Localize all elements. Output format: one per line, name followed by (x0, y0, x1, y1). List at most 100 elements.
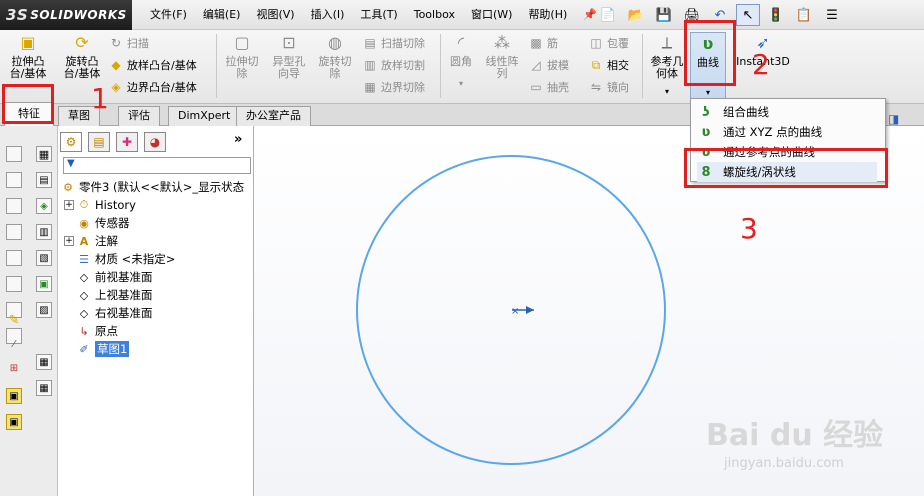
menu-window[interactable]: 窗口(W) (463, 0, 520, 30)
tab-dimxpert[interactable]: DimXpert (168, 106, 241, 126)
expand-panel-icon[interactable]: » (234, 132, 242, 147)
rib-label: 筋 (547, 37, 558, 50)
hole-wizard-icon: ⊡ (282, 33, 296, 52)
layer-icon[interactable]: ▨ (36, 302, 52, 318)
rebuild-traffic-light-icon[interactable]: 🚦 (764, 4, 788, 26)
tree-item-label: 原点 (95, 324, 118, 338)
tree-root[interactable]: ⚙ 零件3 (默认<<默认>_显示状态 (60, 178, 244, 196)
menu-file[interactable]: 文件(F) (142, 0, 195, 30)
tab-evaluate[interactable]: 评估 (118, 106, 160, 126)
mirror-button[interactable]: ⇋ 镜向 (588, 78, 629, 96)
layer-icon[interactable]: ▤ (36, 172, 52, 188)
sweep-button[interactable]: ↻ 扫描 (108, 34, 149, 52)
tree-item-sensors[interactable]: ◉ 传感器 (76, 214, 129, 232)
curve-through-xyz-icon: ʋ (701, 124, 711, 140)
feature-icon[interactable]: ◈ (36, 198, 52, 214)
expand-icon[interactable]: + (64, 200, 74, 210)
feature-yellow-icon[interactable]: ▣ (6, 388, 22, 404)
tree-item-material[interactable]: ☰ 材质 <未指定> (76, 250, 175, 268)
fillet-button[interactable]: ◜ 圆角 ▾ (446, 32, 476, 90)
tree-item-origin[interactable]: ↳ 原点 (76, 322, 118, 340)
layer-icon[interactable]: ▥ (36, 224, 52, 240)
boundary-boss-label: 边界凸台/基体 (127, 81, 197, 94)
options-icon[interactable]: ☰ (820, 4, 844, 26)
extrude-boss-icon: ▣ (20, 33, 36, 52)
boundary-cut-button[interactable]: ▦ 边界切除 (362, 78, 425, 96)
tree-item-sketch1[interactable]: ✐ 草图1 (76, 340, 130, 358)
property-manager-tab-icon[interactable]: ▤ (88, 132, 110, 152)
annotation-number-3: 3 (740, 212, 758, 245)
boundary-boss-button[interactable]: ◈ 边界凸台/基体 (108, 78, 197, 96)
reference-geometry-dropdown-arrow-icon[interactable]: ▾ (665, 86, 669, 98)
new-document-icon[interactable]: 📄 (596, 4, 620, 26)
shell-button[interactable]: ▭ 抽壳 (528, 78, 569, 96)
tree-item-front-plane[interactable]: ◇ 前视基准面 (76, 268, 153, 286)
tree-item-history[interactable]: + ⏱ History (64, 196, 136, 214)
revolve-boss-button[interactable]: ⟳ 旋转凸 台/基体 (60, 32, 104, 80)
relation-icon[interactable]: ⊞ (6, 360, 22, 376)
menu-view[interactable]: 视图(V) (248, 0, 302, 30)
select-arrow-icon[interactable]: ↖ (736, 4, 760, 26)
loft-button[interactable]: ◆ 放样凸台/基体 (108, 56, 196, 74)
configuration-manager-tab-icon[interactable]: ✚ (116, 132, 138, 152)
view-orientation-icon[interactable]: ◨ (888, 112, 899, 126)
sketch-pencil-icon[interactable]: ✎ (6, 312, 22, 328)
divider (216, 34, 217, 98)
menu-toolbox[interactable]: Toolbox (406, 0, 463, 30)
feature-manager-tab-icon[interactable]: ⚙ (60, 132, 82, 152)
annotation-icon: A (79, 234, 89, 248)
sketch-icon: ✐ (79, 342, 89, 356)
box-icon[interactable] (6, 224, 22, 240)
box-icon[interactable] (6, 198, 22, 214)
menu-tools[interactable]: 工具(T) (352, 0, 405, 30)
part-icon: ⚙ (63, 180, 73, 194)
file-properties-icon[interactable]: 📋 (792, 4, 816, 26)
intersect-button[interactable]: ⧉ 相交 (588, 56, 629, 74)
boundary-cut-label: 边界切除 (381, 81, 425, 94)
menu-item-curve-through-xyz[interactable]: ʋ 通过 XYZ 点的曲线 (697, 122, 822, 142)
menu-insert[interactable]: 插入(I) (303, 0, 353, 30)
extrude-boss-button[interactable]: ▣ 拉伸凸 台/基体 (8, 32, 48, 80)
save-icon[interactable]: 💾 (652, 4, 676, 26)
open-folder-icon[interactable]: 📂 (624, 4, 648, 26)
box-icon[interactable] (6, 146, 22, 162)
filter-input[interactable]: ▼ (63, 157, 251, 174)
table-icon[interactable]: ▦ (36, 380, 52, 396)
draft-button[interactable]: ◿ 拔模 (528, 56, 569, 74)
line-icon[interactable]: ⁄ (6, 336, 22, 352)
extrude-cut-button[interactable]: ▢ 拉伸切 除 (222, 32, 262, 80)
revolve-cut-button[interactable]: ◍ 旋转切 除 (314, 32, 356, 80)
tree-item-right-plane[interactable]: ◇ 右视基准面 (76, 304, 153, 322)
expand-icon[interactable]: + (64, 236, 74, 246)
fillet-icon: ◜ (457, 33, 465, 52)
table-icon[interactable]: ▦ (36, 146, 52, 162)
tree-item-label: 材质 <未指定> (95, 252, 176, 266)
menu-item-composite-curve[interactable]: ʖ 组合曲线 (697, 102, 769, 122)
tree-item-annotations[interactable]: + A 注解 (64, 232, 118, 250)
box-icon[interactable] (6, 250, 22, 266)
app-name: SOLIDWORKS (30, 8, 127, 22)
linear-pattern-button[interactable]: ⁂ 线性阵 列 (482, 32, 522, 80)
display-manager-tab-icon[interactable]: ◕ (144, 132, 166, 152)
extrude-cut-icon: ▢ (234, 33, 250, 52)
rib-button[interactable]: ▩ 筋 (528, 34, 558, 52)
box-icon[interactable] (6, 172, 22, 188)
fillet-dropdown-arrow-icon[interactable]: ▾ (459, 78, 463, 90)
layer-icon[interactable]: ▦ (36, 354, 52, 370)
wrap-button[interactable]: ◫ 包覆 (588, 34, 629, 52)
reference-geometry-icon: ⟂ (661, 33, 673, 52)
loft-cut-button[interactable]: ▥ 放样切割 (362, 56, 425, 74)
layer-icon[interactable]: ▧ (36, 250, 52, 266)
sweep-cut-button[interactable]: ▤ 扫描切除 (362, 34, 425, 52)
solidworks-logo[interactable]: 3S SOLIDWORKS (0, 0, 132, 30)
feature-icon[interactable]: ▣ (36, 276, 52, 292)
hole-wizard-button[interactable]: ⊡ 异型孔 向导 (268, 32, 310, 80)
tab-office-products[interactable]: 办公室产品 (236, 106, 311, 126)
tree-item-top-plane[interactable]: ◇ 上视基准面 (76, 286, 153, 304)
shell-icon: ▭ (530, 80, 542, 94)
menu-help[interactable]: 帮助(H) (520, 0, 575, 30)
feature-yellow-icon[interactable]: ▣ (6, 414, 22, 430)
menu-edit[interactable]: 编辑(E) (195, 0, 249, 30)
reference-geometry-button[interactable]: ⟂ 参考几 何体 ▾ (648, 32, 686, 98)
box-icon[interactable] (6, 276, 22, 292)
